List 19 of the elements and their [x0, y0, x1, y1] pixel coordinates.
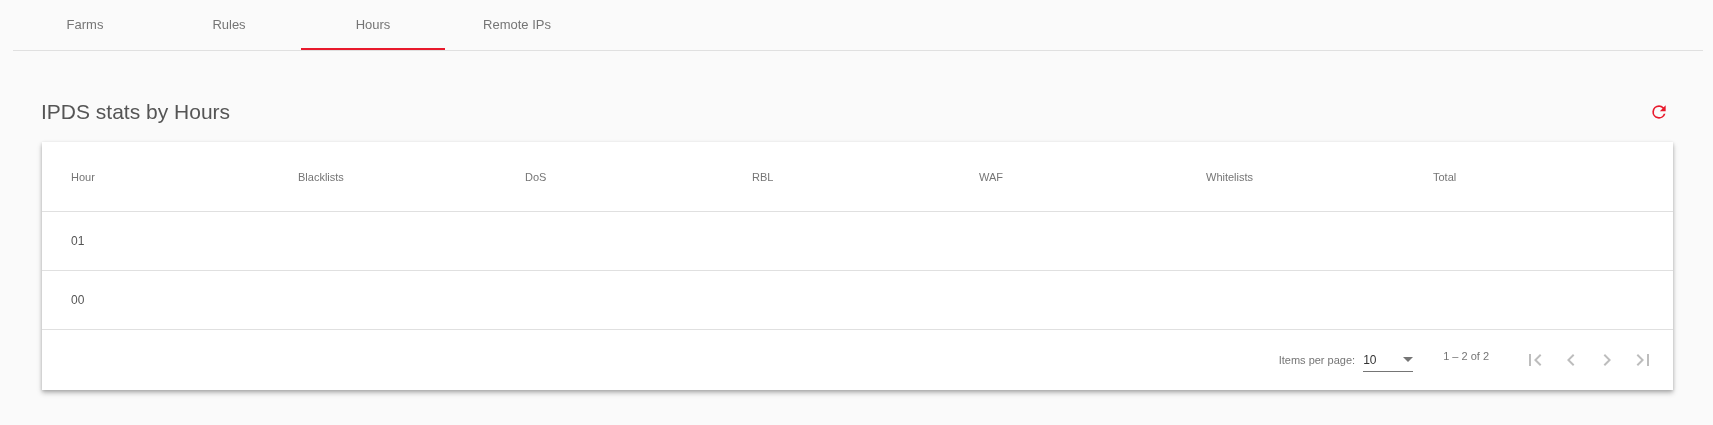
column-header: DoS	[525, 170, 548, 183]
table-cell-text: 01	[71, 234, 86, 248]
table-cell-text: 00	[71, 293, 86, 307]
items-per-page-label: Items per page:	[1278, 354, 1356, 366]
tab[interactable]: Rules	[157, 0, 301, 50]
page-size-select[interactable]: 10	[1363, 348, 1414, 372]
column-header: Total	[1433, 170, 1458, 183]
tab[interactable]: Farms	[13, 0, 157, 50]
tab[interactable]: Remote IPs	[445, 0, 589, 50]
column-header: RBL	[752, 170, 775, 183]
refresh-icon[interactable]	[1649, 102, 1669, 122]
caret-icon	[1403, 357, 1414, 362]
column-header: Blacklists	[298, 170, 345, 183]
tab[interactable]: Hours	[301, 0, 445, 50]
page-range: 1 – 2 of 2	[1443, 350, 1489, 362]
column-header: Whitelists	[1206, 170, 1255, 183]
column-header: Hour	[71, 170, 96, 183]
page-title: IPDS stats by Hours	[41, 100, 231, 124]
column-header: WAF	[979, 170, 1005, 183]
